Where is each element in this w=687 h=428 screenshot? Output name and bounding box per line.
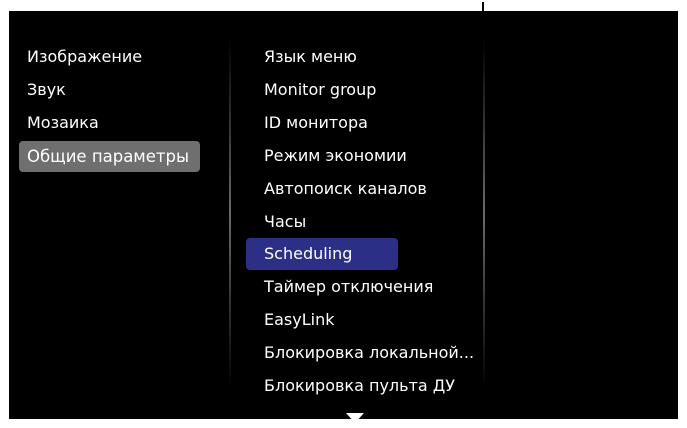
submenu-item-eco-mode[interactable]: Режим экономии — [246, 139, 464, 172]
submenu-item-remote-control-lock[interactable]: Блокировка пульта ДУ — [246, 369, 464, 402]
category-item-sound[interactable]: Звук — [19, 75, 200, 108]
category-item-picture[interactable]: Изображение — [19, 42, 200, 75]
arrow-down-icon[interactable] — [346, 413, 364, 419]
submenu-item-local-keyboard-lock[interactable]: Блокировка локальной... — [246, 336, 474, 369]
submenu-item-auto-search[interactable]: Автопоиск каналов — [246, 172, 464, 205]
category-menu: Изображение Звук Мозаика Общие параметры — [19, 42, 227, 172]
submenu-item-clock[interactable]: Часы — [246, 205, 464, 238]
top-tick-mark — [482, 2, 484, 11]
submenu-item-easylink[interactable]: EasyLink — [246, 303, 464, 336]
osd-menu-screen: Изображение Звук Мозаика Общие параметры… — [9, 11, 678, 419]
category-item-general-settings[interactable]: Общие параметры — [19, 141, 200, 172]
submenu-item-monitor-id[interactable]: ID монитора — [246, 106, 464, 139]
submenu-list: Язык меню Monitor group ID монитора Режи… — [246, 40, 474, 402]
column-divider-left — [229, 39, 231, 389]
submenu-item-monitor-group[interactable]: Monitor group — [246, 73, 464, 106]
submenu-item-scheduling[interactable]: Scheduling — [246, 238, 398, 270]
submenu-item-sleep-timer[interactable]: Таймер отключения — [246, 270, 464, 303]
submenu-item-menu-language[interactable]: Язык меню — [246, 40, 464, 73]
column-divider-right — [483, 39, 485, 389]
category-item-tiling[interactable]: Мозаика — [19, 108, 200, 141]
